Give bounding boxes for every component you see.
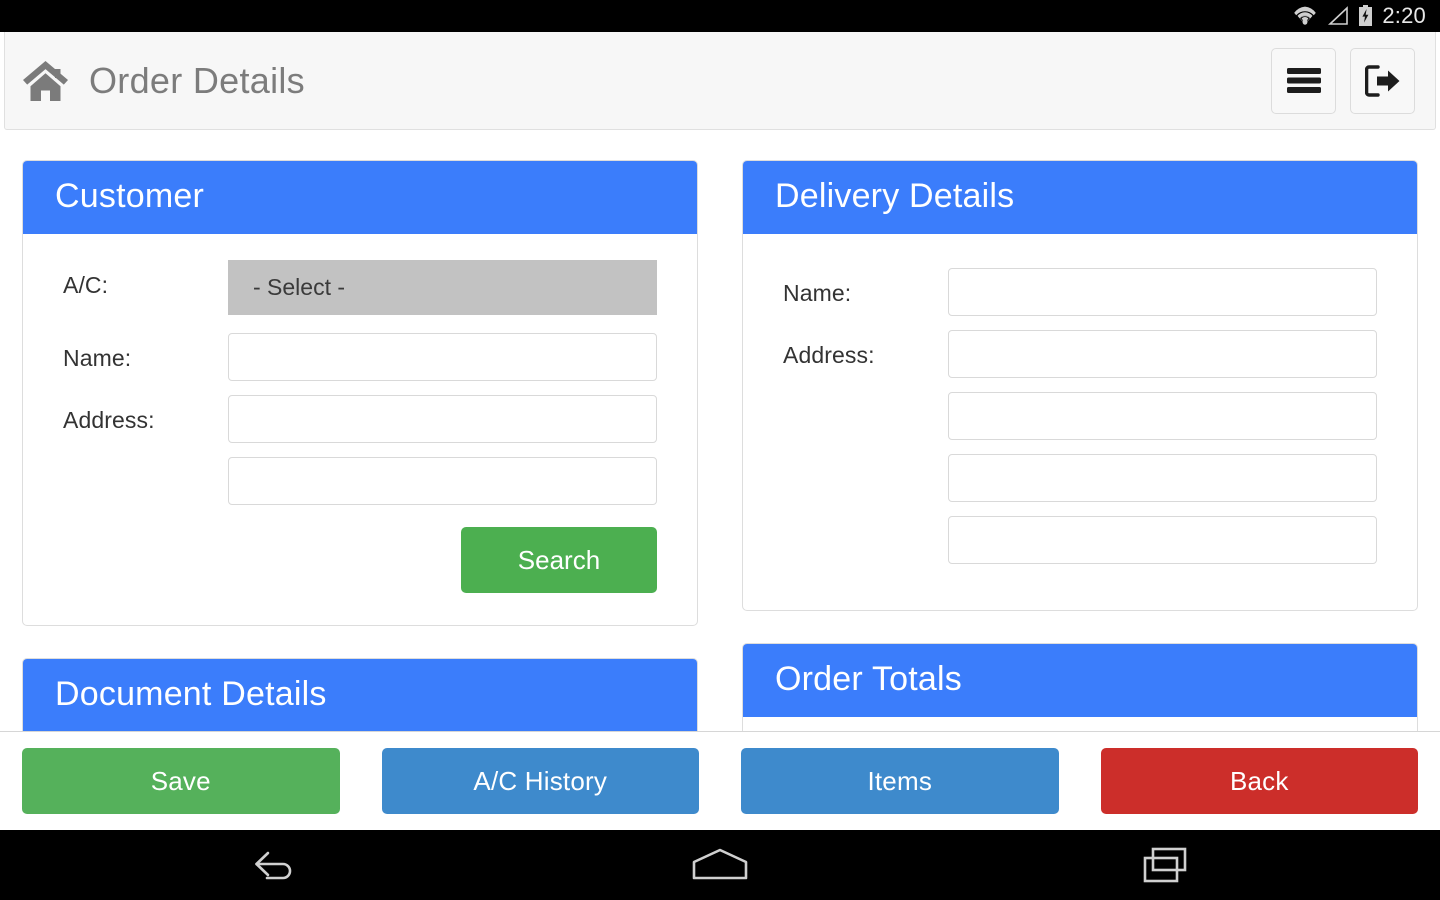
right-column: Delivery Details Name: Address: Order To… [742, 160, 1418, 731]
delivery-address-row-3 [783, 454, 1377, 502]
delivery-address-row-4 [783, 516, 1377, 564]
customer-address-line2-input[interactable] [228, 457, 657, 505]
main-content: Customer A/C: - Select - Name: Address: [0, 130, 1440, 731]
delivery-details-card-body: Name: Address: [743, 234, 1417, 610]
order-totals-card: Order Totals [742, 643, 1418, 731]
customer-card-title: Customer [23, 161, 697, 234]
delivery-name-label: Name: [783, 280, 852, 306]
order-totals-card-title: Order Totals [743, 644, 1417, 717]
customer-address-row-1: Address: [63, 395, 657, 443]
customer-ac-select[interactable]: - Select - [228, 260, 657, 315]
home-button[interactable] [21, 57, 69, 105]
toolbar-actions [1271, 47, 1415, 114]
status-bar-clock: 2:20 [1382, 2, 1426, 28]
android-recents-button[interactable] [1045, 830, 1285, 900]
customer-address-label: Address: [63, 407, 155, 433]
delivery-address-line4-input[interactable] [948, 516, 1377, 564]
left-column: Customer A/C: - Select - Name: Address: [22, 160, 698, 731]
android-home-button[interactable] [600, 830, 840, 900]
customer-address-row-2 [63, 457, 657, 505]
android-nav-bar [0, 830, 1440, 900]
app-toolbar: Order Details [4, 32, 1436, 130]
cell-signal-icon [1328, 6, 1349, 25]
document-details-card: Document Details [22, 658, 698, 731]
customer-search-row: Search [63, 527, 657, 593]
customer-address-line1-input[interactable] [228, 395, 657, 443]
android-back-icon [255, 851, 292, 880]
customer-ac-label: A/C: [63, 272, 109, 298]
delivery-address-spacer-3 [783, 454, 948, 466]
android-app-screen: 2:20 Order Details Customer A/C: - Selec… [0, 0, 1440, 900]
delivery-address-label: Address: [783, 342, 875, 368]
android-home-icon [692, 848, 748, 880]
hamburger-menu-icon [1286, 68, 1321, 93]
search-button[interactable]: Search [461, 527, 657, 593]
android-status-bar: 2:20 [0, 0, 1440, 32]
save-button[interactable]: Save [22, 748, 340, 814]
delivery-details-card: Delivery Details Name: Address: [742, 160, 1418, 611]
cards-row: Customer A/C: - Select - Name: Address: [0, 130, 1440, 731]
customer-name-label: Name: [63, 345, 132, 371]
document-details-card-title: Document Details [23, 659, 697, 731]
android-recents-icon [1143, 847, 1187, 883]
delivery-details-card-title: Delivery Details [743, 161, 1417, 234]
delivery-address-line1-input[interactable] [948, 330, 1377, 378]
customer-card: Customer A/C: - Select - Name: Address: [22, 160, 698, 626]
delivery-address-spacer-4 [783, 516, 948, 528]
customer-address-spacer [63, 457, 228, 469]
customer-name-input[interactable] [228, 333, 657, 381]
home-icon [22, 60, 68, 101]
delivery-address-line2-input[interactable] [948, 392, 1377, 440]
customer-name-row: Name: [63, 333, 657, 381]
delivery-address-row-1: Address: [783, 330, 1377, 378]
ac-history-button[interactable]: A/C History [381, 748, 699, 814]
delivery-address-spacer-2 [783, 392, 948, 404]
page-title: Order Details [89, 59, 305, 101]
delivery-address-line3-input[interactable] [948, 454, 1377, 502]
order-totals-card-body [743, 717, 1417, 731]
android-back-button[interactable] [155, 830, 395, 900]
delivery-name-input[interactable] [948, 268, 1377, 316]
menu-button[interactable] [1271, 47, 1336, 114]
customer-ac-row: A/C: - Select - [63, 260, 657, 315]
sign-out-icon [1364, 64, 1399, 97]
wifi-icon [1294, 6, 1317, 26]
delivery-name-row: Name: [783, 268, 1377, 316]
logout-button[interactable] [1350, 47, 1415, 114]
battery-charging-icon [1359, 5, 1373, 26]
bottom-action-bar: Save A/C History Items Back [0, 731, 1440, 830]
customer-card-body: A/C: - Select - Name: Address: Search [23, 234, 697, 625]
delivery-address-row-2 [783, 392, 1377, 440]
back-button[interactable]: Back [1100, 748, 1418, 814]
items-button[interactable]: Items [741, 748, 1059, 814]
